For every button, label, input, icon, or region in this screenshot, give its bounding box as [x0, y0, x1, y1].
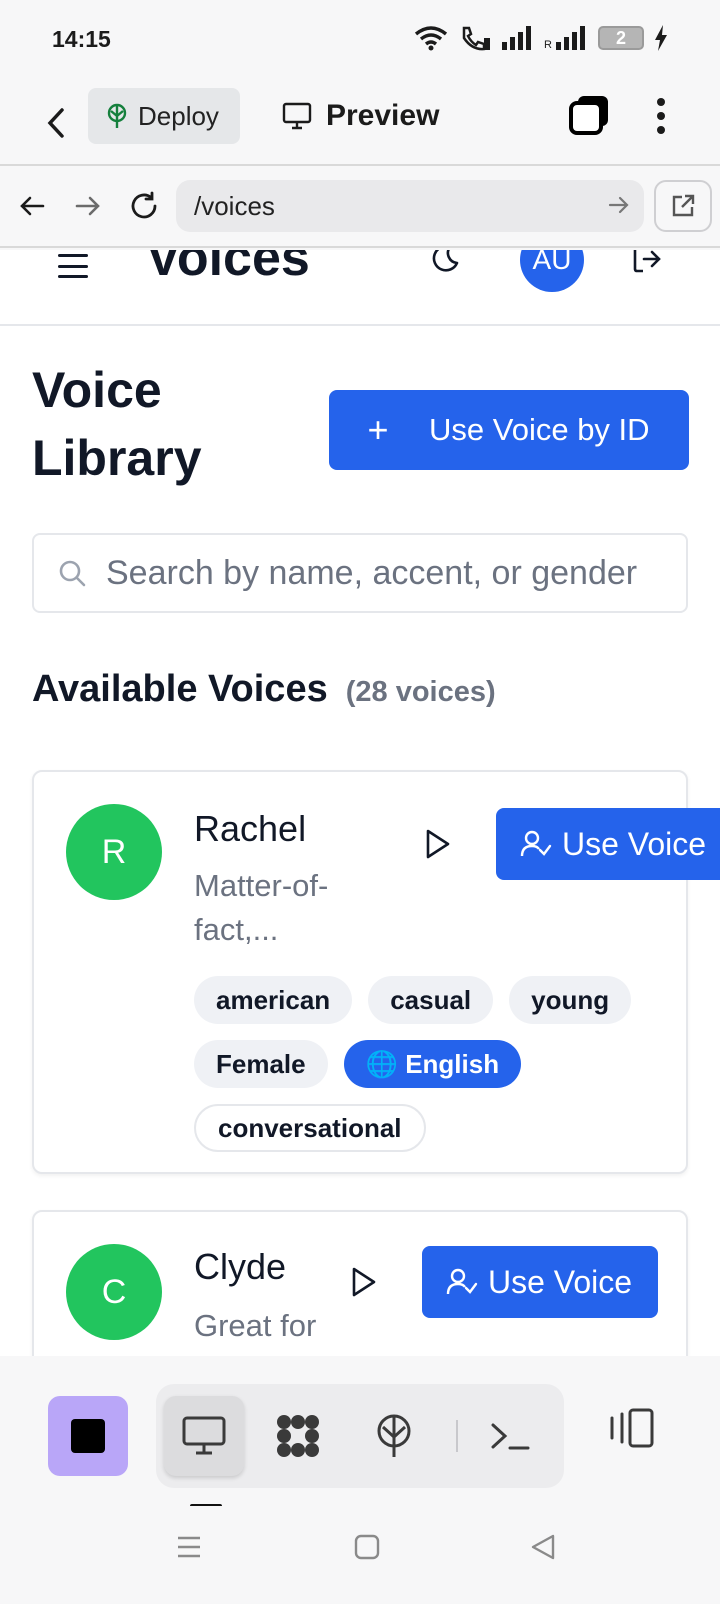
- nav-back-button[interactable]: [12, 186, 52, 226]
- voice-library-heading: Voice Library: [32, 362, 202, 486]
- system-nav-bar: [0, 1506, 720, 1604]
- preview-view-button[interactable]: [164, 1396, 244, 1476]
- logout-icon[interactable]: [632, 250, 662, 274]
- battery-level: 2: [615, 27, 626, 48]
- monitor-icon: [282, 102, 312, 130]
- back-button[interactable]: [36, 98, 76, 148]
- preview-label: Preview: [326, 99, 440, 132]
- tag-age: young: [509, 976, 632, 1024]
- arrow-left-icon: [20, 196, 45, 216]
- user-avatar[interactable]: AU: [520, 250, 584, 292]
- external-link-icon: [672, 194, 695, 217]
- voice-avatar: C: [66, 1244, 162, 1340]
- site-header: Voices AU: [0, 250, 720, 326]
- signal-icon: [502, 26, 531, 50]
- panel-layout-icon[interactable]: [606, 1408, 656, 1448]
- status-time: 14:15: [52, 26, 111, 52]
- voice-search: [32, 533, 688, 613]
- section-title: Available Voices: [32, 668, 328, 710]
- voice-description: Matter-of-fact,...: [194, 868, 329, 947]
- voice-tags: american casual young Female 🌐 English c…: [194, 976, 664, 1152]
- bottom-toolbar: [0, 1356, 720, 1508]
- user-check-icon: [446, 1268, 478, 1295]
- terminal-icon: [491, 1423, 530, 1450]
- battery-icon: 2: [598, 26, 644, 50]
- use-voice-label: Use Voice: [488, 1263, 633, 1300]
- tag-accent: american: [194, 976, 353, 1024]
- reload-icon: [131, 191, 157, 219]
- play-icon: [352, 1267, 376, 1297]
- plus-icon: +: [367, 409, 389, 450]
- stop-icon: [71, 1419, 105, 1453]
- play-preview-button[interactable]: [418, 824, 458, 864]
- use-voice-by-id-button[interactable]: + Use Voice by ID: [329, 390, 689, 470]
- voice-avatar: R: [66, 804, 162, 900]
- url-bar: /voices: [0, 168, 720, 248]
- nav-forward-button[interactable]: [68, 186, 108, 226]
- go-arrow-icon[interactable]: [608, 194, 630, 216]
- deploy-tree-icon: [377, 1414, 411, 1457]
- use-voice-label: Use Voice: [562, 825, 707, 862]
- url-text: /voices: [194, 190, 275, 221]
- voice-card: C Clyde Great for Use Voice: [32, 1210, 688, 1356]
- monitor-icon: [182, 1416, 226, 1455]
- tag-use-case: conversational: [194, 1104, 426, 1152]
- preview-tab[interactable]: Preview: [282, 88, 439, 144]
- deploy-view-button[interactable]: [354, 1396, 434, 1476]
- stop-button[interactable]: [48, 1396, 128, 1476]
- web-content: Voices AU Voice Library + Use Voice by I…: [0, 250, 720, 1356]
- deploy-button[interactable]: Deploy: [88, 88, 240, 144]
- arrow-right-icon: [75, 196, 100, 216]
- voice-card: R Rachel Matter-of-fact,... Use Voice am…: [32, 770, 720, 1174]
- play-preview-button[interactable]: [344, 1262, 384, 1302]
- voice-description: Great for: [194, 1308, 317, 1343]
- charging-icon: [655, 25, 667, 51]
- console-view-button[interactable]: [470, 1396, 550, 1476]
- integrations-icon: [277, 1415, 319, 1457]
- voice-count: (28 voices): [345, 676, 496, 708]
- signal-roaming-icon: R: [544, 26, 585, 50]
- use-voice-by-id-label: Use Voice by ID: [429, 412, 650, 447]
- deploy-label: Deploy: [138, 100, 219, 131]
- open-external-button[interactable]: [654, 180, 712, 232]
- tag-gender: Female: [194, 1040, 328, 1088]
- more-options-icon[interactable]: [646, 94, 676, 138]
- svg-text:R: R: [544, 39, 552, 50]
- use-voice-button[interactable]: Use Voice: [496, 808, 720, 880]
- tag-language: 🌐 English: [343, 1040, 522, 1088]
- url-field[interactable]: /voices: [176, 180, 644, 232]
- divider: [456, 1420, 458, 1452]
- available-voices-heading: Available Voices (28 voices): [32, 668, 496, 711]
- voice-name: Rachel: [194, 808, 307, 849]
- status-bar: 14:15 R 2: [0, 0, 720, 80]
- back-triangle-icon[interactable]: [530, 1534, 556, 1560]
- moon-icon[interactable]: [430, 250, 460, 274]
- voice-name: Clyde: [194, 1246, 287, 1287]
- page-title: Voices: [146, 250, 310, 287]
- app-toolbar: Deploy Preview: [0, 80, 720, 166]
- home-icon[interactable]: [354, 1534, 380, 1560]
- reload-button[interactable]: [124, 186, 164, 226]
- user-check-icon: [520, 830, 552, 857]
- menu-icon[interactable]: [58, 254, 88, 278]
- play-icon: [426, 829, 450, 859]
- tag-style: casual: [368, 976, 494, 1024]
- search-icon: [59, 560, 86, 587]
- wifi-icon: [414, 26, 448, 51]
- view-switcher: [156, 1384, 564, 1488]
- call-icon: [462, 26, 490, 51]
- integrations-view-button[interactable]: [258, 1396, 338, 1476]
- chevron-left-icon: [47, 108, 64, 138]
- status-icons: R 2: [414, 24, 668, 52]
- recents-icon[interactable]: [176, 1534, 202, 1560]
- use-voice-button[interactable]: Use Voice: [422, 1246, 658, 1318]
- search-input[interactable]: [106, 553, 666, 593]
- deploy-tree-icon: [107, 103, 127, 128]
- tabs-icon[interactable]: [568, 94, 612, 138]
